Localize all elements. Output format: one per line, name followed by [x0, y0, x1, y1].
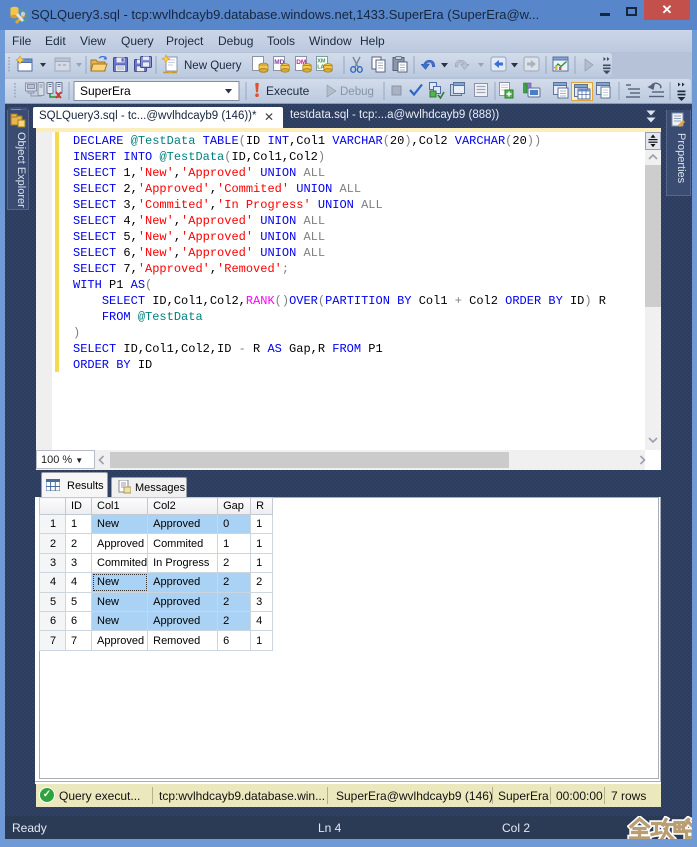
svg-text:Debug: Debug — [340, 86, 374, 98]
svg-text:New Query: New Query — [184, 60, 242, 72]
svg-text:SuperEra: SuperEra — [80, 84, 131, 98]
svg-text:Execute: Execute — [266, 84, 310, 98]
